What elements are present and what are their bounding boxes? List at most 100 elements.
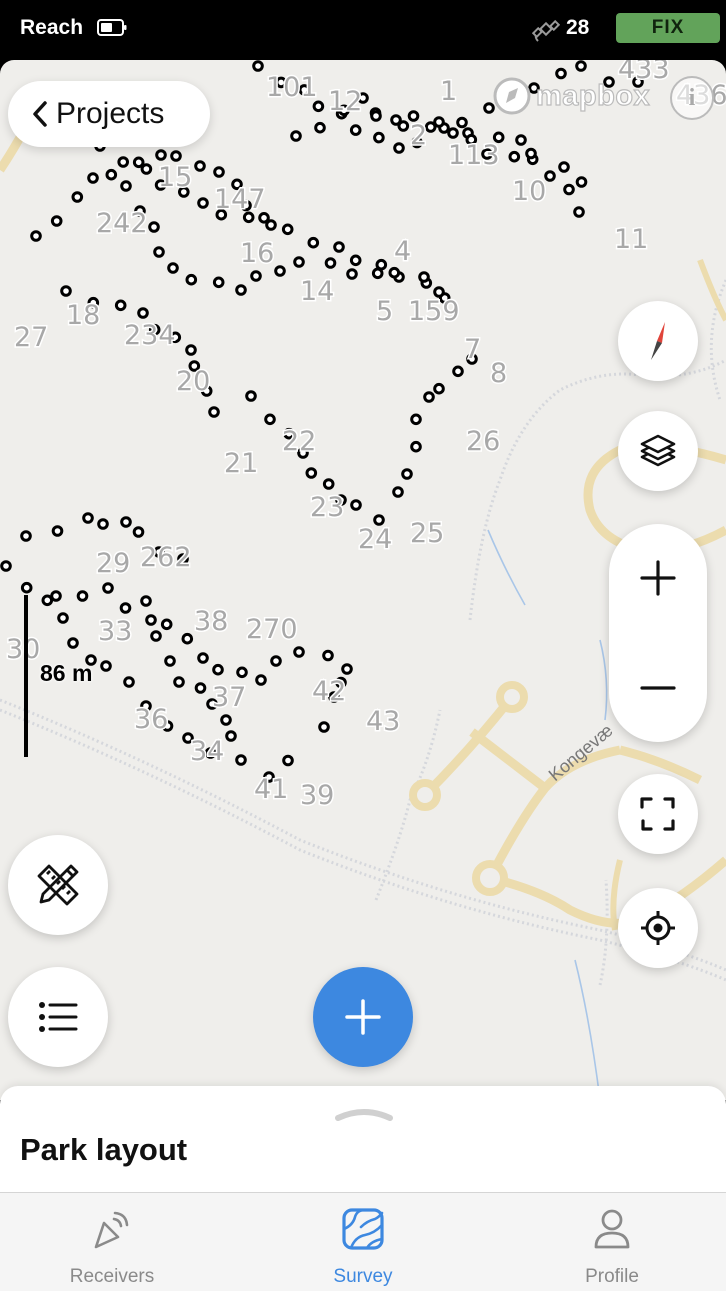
survey-point-marker[interactable]: [145, 614, 157, 626]
survey-point-marker[interactable]: [123, 676, 135, 688]
chevron-up-icon[interactable]: [334, 1104, 394, 1122]
survey-point-marker[interactable]: [373, 131, 385, 144]
survey-point-marker[interactable]: [167, 262, 179, 274]
survey-point-marker[interactable]: [194, 682, 207, 694]
survey-point-marker[interactable]: [349, 124, 362, 136]
survey-point-marker[interactable]: [293, 256, 305, 268]
survey-point-marker[interactable]: [423, 391, 435, 403]
survey-point-marker[interactable]: [270, 655, 282, 667]
survey-point-marker[interactable]: [30, 230, 42, 242]
survey-point-marker[interactable]: [264, 413, 276, 426]
survey-point-marker[interactable]: [235, 284, 247, 296]
survey-point-marker[interactable]: [137, 307, 149, 319]
survey-point-marker[interactable]: [132, 526, 145, 538]
survey-point-marker[interactable]: [114, 299, 127, 312]
survey-point-marker[interactable]: [515, 134, 527, 146]
survey-point-marker[interactable]: [51, 525, 64, 537]
survey-point-marker[interactable]: [281, 223, 294, 236]
survey-point-marker[interactable]: [388, 266, 401, 279]
fix-status-badge[interactable]: FIX: [616, 13, 720, 43]
survey-point-marker[interactable]: [148, 221, 160, 233]
survey-point-marker[interactable]: [76, 590, 89, 602]
survey-point-marker[interactable]: [236, 666, 248, 679]
survey-point-marker[interactable]: [407, 110, 420, 122]
survey-point-marker[interactable]: [117, 156, 129, 168]
survey-point-marker[interactable]: [392, 486, 404, 498]
survey-point-marker[interactable]: [324, 257, 337, 269]
fit-bounds-button[interactable]: [618, 774, 698, 854]
survey-point-marker[interactable]: [371, 267, 384, 280]
survey-point-marker[interactable]: [140, 595, 152, 607]
map-view[interactable]: Kongevæ 10112143343621131011151472421641…: [0, 60, 726, 1100]
survey-point-marker[interactable]: [208, 406, 220, 418]
survey-point-marker[interactable]: [212, 663, 224, 676]
survey-point-marker[interactable]: [140, 163, 153, 175]
mapbox-logo[interactable]: mapbox: [492, 76, 650, 116]
survey-point-marker[interactable]: [307, 236, 320, 249]
survey-point-marker[interactable]: [212, 276, 225, 289]
survey-point-marker[interactable]: [160, 618, 173, 631]
survey-point-marker[interactable]: [181, 632, 194, 645]
survey-point-marker[interactable]: [120, 180, 132, 192]
survey-point-marker[interactable]: [401, 468, 413, 480]
survey-point-marker[interactable]: [312, 100, 325, 113]
survey-point-marker[interactable]: [322, 478, 335, 490]
survey-point-marker[interactable]: [220, 714, 232, 726]
survey-point-marker[interactable]: [197, 197, 209, 209]
survey-point-marker[interactable]: [197, 652, 209, 664]
survey-point-marker[interactable]: [508, 150, 521, 163]
survey-point-marker[interactable]: [370, 110, 382, 122]
survey-points[interactable]: [0, 60, 644, 783]
survey-point-marker[interactable]: [120, 516, 132, 528]
survey-point-marker[interactable]: [575, 176, 588, 188]
survey-point-marker[interactable]: [544, 170, 556, 182]
survey-point-marker[interactable]: [41, 594, 54, 607]
survey-point-marker[interactable]: [82, 512, 94, 524]
survey-point-marker[interactable]: [255, 674, 267, 686]
survey-point-marker[interactable]: [50, 215, 63, 227]
survey-point-marker[interactable]: [0, 560, 12, 572]
survey-point-marker[interactable]: [245, 390, 257, 402]
survey-point-marker[interactable]: [20, 581, 33, 594]
tab-survey[interactable]: Survey: [263, 1193, 463, 1291]
info-icon[interactable]: i: [670, 76, 714, 120]
survey-point-marker[interactable]: [67, 637, 79, 649]
survey-point-marker[interactable]: [573, 206, 585, 218]
survey-point-marker[interactable]: [235, 754, 247, 766]
survey-point-marker[interactable]: [346, 268, 358, 280]
survey-point-marker[interactable]: [525, 147, 537, 160]
layers-button[interactable]: [618, 411, 698, 491]
survey-point-marker[interactable]: [87, 172, 99, 184]
survey-point-marker[interactable]: [456, 116, 468, 129]
survey-point-marker[interactable]: [132, 156, 145, 169]
survey-point-marker[interactable]: [173, 676, 185, 688]
survey-point-marker[interactable]: [447, 127, 459, 139]
survey-point-marker[interactable]: [213, 166, 225, 178]
survey-point-marker[interactable]: [575, 60, 587, 72]
survey-point-marker[interactable]: [102, 582, 114, 594]
survey-point-marker[interactable]: [97, 518, 109, 530]
survey-point-marker[interactable]: [341, 663, 353, 675]
survey-point-marker[interactable]: [373, 514, 385, 526]
survey-point-marker[interactable]: [349, 254, 362, 267]
survey-point-marker[interactable]: [105, 168, 118, 181]
survey-point-marker[interactable]: [424, 121, 437, 133]
survey-point-marker[interactable]: [558, 161, 570, 173]
survey-point-marker[interactable]: [225, 730, 237, 742]
projects-back-button[interactable]: Projects: [8, 81, 210, 147]
survey-point-marker[interactable]: [164, 655, 176, 667]
tab-profile[interactable]: Profile: [512, 1193, 712, 1291]
add-point-button[interactable]: [313, 967, 413, 1067]
survey-point-marker[interactable]: [318, 721, 330, 733]
survey-point-marker[interactable]: [50, 590, 62, 602]
survey-point-marker[interactable]: [119, 602, 132, 614]
survey-point-marker[interactable]: [185, 273, 198, 286]
list-button[interactable]: [8, 967, 108, 1067]
survey-point-marker[interactable]: [452, 365, 464, 378]
survey-point-marker[interactable]: [252, 60, 264, 72]
survey-point-marker[interactable]: [20, 530, 32, 542]
survey-point-marker[interactable]: [290, 130, 302, 142]
survey-point-marker[interactable]: [60, 285, 72, 297]
survey-point-marker[interactable]: [393, 142, 405, 154]
survey-point-marker[interactable]: [433, 286, 445, 298]
